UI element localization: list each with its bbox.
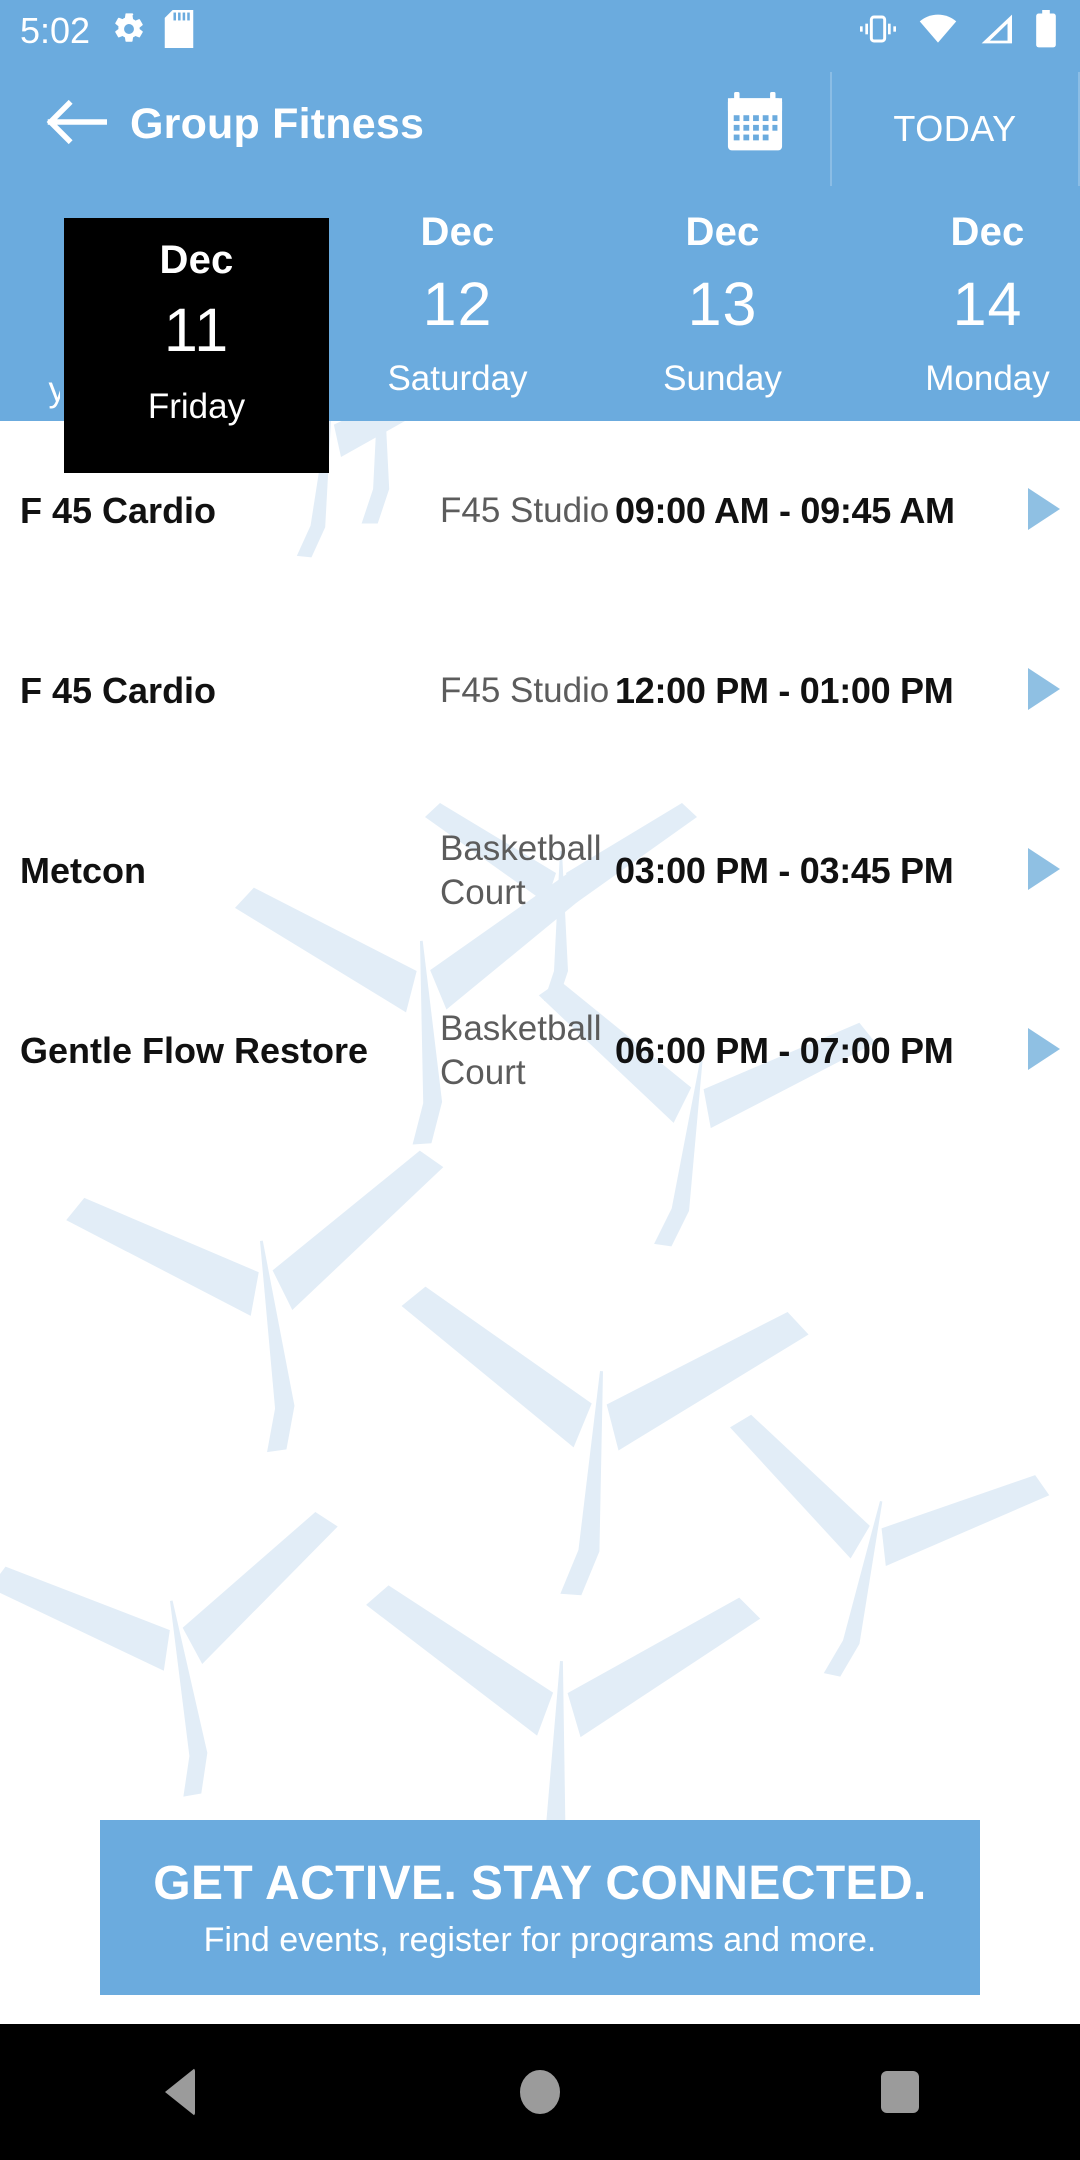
class-time: 09:00 AM - 09:45 AM: [615, 490, 955, 531]
page-title: Group Fitness: [130, 99, 425, 148]
day-number: 13: [687, 270, 758, 338]
day-cell-previous[interactable]: y: [0, 186, 61, 421]
day-weekday: y: [48, 370, 61, 409]
day-month: Dec: [950, 210, 1025, 254]
day-month: Dec: [685, 210, 760, 254]
class-location: F45 Studio: [440, 491, 610, 531]
class-name: F 45 Cardio: [20, 670, 217, 712]
nav-recents-button[interactable]: [810, 2024, 990, 2160]
promo-title: GET ACTIVE. STAY CONNECTED.: [153, 1856, 927, 1910]
back-button[interactable]: [28, 76, 124, 172]
back-arrow-icon: [45, 97, 108, 152]
today-button[interactable]: TODAY: [830, 72, 1080, 186]
class-location: Basketball Court: [440, 1009, 602, 1092]
class-name: Gentle Flow Restore: [20, 1030, 369, 1072]
class-name: Metcon: [20, 850, 146, 892]
calendar-button[interactable]: [680, 62, 830, 186]
selected-day-number: 11: [163, 296, 230, 364]
class-list: F 45 Cardio F45 Studio 09:00 AM - 09:45 …: [0, 421, 1080, 1141]
table-row[interactable]: F 45 Cardio F45 Studio 12:00 PM - 01:00 …: [0, 601, 1080, 781]
cell-signal-icon: [978, 13, 1014, 50]
class-detail-button[interactable]: [1016, 486, 1072, 537]
status-left-icons: [112, 9, 194, 53]
class-name: F 45 Cardio: [20, 490, 217, 532]
app-bar-actions: TODAY: [680, 62, 1080, 186]
class-time: 03:00 PM - 03:45 PM: [615, 850, 954, 891]
selected-day-weekday: Friday: [147, 387, 246, 426]
sd-card-icon: [164, 9, 194, 53]
play-arrow-icon: [1026, 1026, 1062, 1077]
status-right-icons: [858, 9, 1058, 53]
day-cell-selected[interactable]: Dec 11 Friday: [64, 218, 329, 473]
day-number: 14: [952, 270, 1023, 338]
table-row[interactable]: Gentle Flow Restore Basketball Court 06:…: [0, 961, 1080, 1141]
day-cell-dec-12[interactable]: Dec 12 Saturday: [325, 186, 590, 421]
nav-home-button[interactable]: [450, 2024, 630, 2160]
class-location: Basketball Court: [440, 829, 602, 912]
day-cell-dec-13[interactable]: Dec 13 Sunday: [590, 186, 855, 421]
promo-banner[interactable]: GET ACTIVE. STAY CONNECTED. Find events,…: [100, 1820, 980, 1995]
play-arrow-icon: [1026, 486, 1062, 537]
class-detail-button[interactable]: [1016, 846, 1072, 897]
nav-recents-icon: [881, 2071, 919, 2113]
class-time: 06:00 PM - 07:00 PM: [615, 1030, 954, 1071]
status-bar: 5:02: [0, 0, 1080, 62]
play-arrow-icon: [1026, 666, 1062, 717]
app-bar: Group Fitness TODAY: [0, 62, 1080, 186]
status-clock: 5:02: [20, 10, 91, 51]
day-weekday: Monday: [925, 359, 1050, 398]
class-location: F45 Studio: [440, 671, 610, 711]
day-weekday: Sunday: [663, 359, 782, 398]
nav-back-icon: [165, 2068, 195, 2116]
battery-icon: [1034, 9, 1058, 53]
today-button-label: TODAY: [893, 108, 1017, 149]
vibrate-icon: [858, 12, 898, 51]
nav-back-button[interactable]: [90, 2024, 270, 2160]
gear-icon: [112, 12, 146, 51]
class-detail-button[interactable]: [1016, 1026, 1072, 1077]
content-area: F 45 Cardio F45 Studio 09:00 AM - 09:45 …: [0, 421, 1080, 2024]
class-detail-button[interactable]: [1016, 666, 1072, 717]
play-arrow-icon: [1026, 846, 1062, 897]
class-time: 12:00 PM - 01:00 PM: [615, 670, 954, 711]
wifi-icon: [918, 13, 958, 50]
selected-day-month: Dec: [159, 238, 234, 282]
day-cell-dec-14[interactable]: Dec 14 Monday: [855, 186, 1080, 421]
day-weekday: Saturday: [387, 359, 528, 398]
day-number: 12: [422, 270, 493, 338]
promo-subtitle: Find events, register for programs and m…: [203, 1920, 877, 1959]
calendar-icon: [726, 90, 784, 159]
table-row[interactable]: Metcon Basketball Court 03:00 PM - 03:45…: [0, 781, 1080, 961]
nav-home-icon: [520, 2070, 560, 2114]
android-nav-bar: [0, 2024, 1080, 2160]
day-month: Dec: [420, 210, 495, 254]
